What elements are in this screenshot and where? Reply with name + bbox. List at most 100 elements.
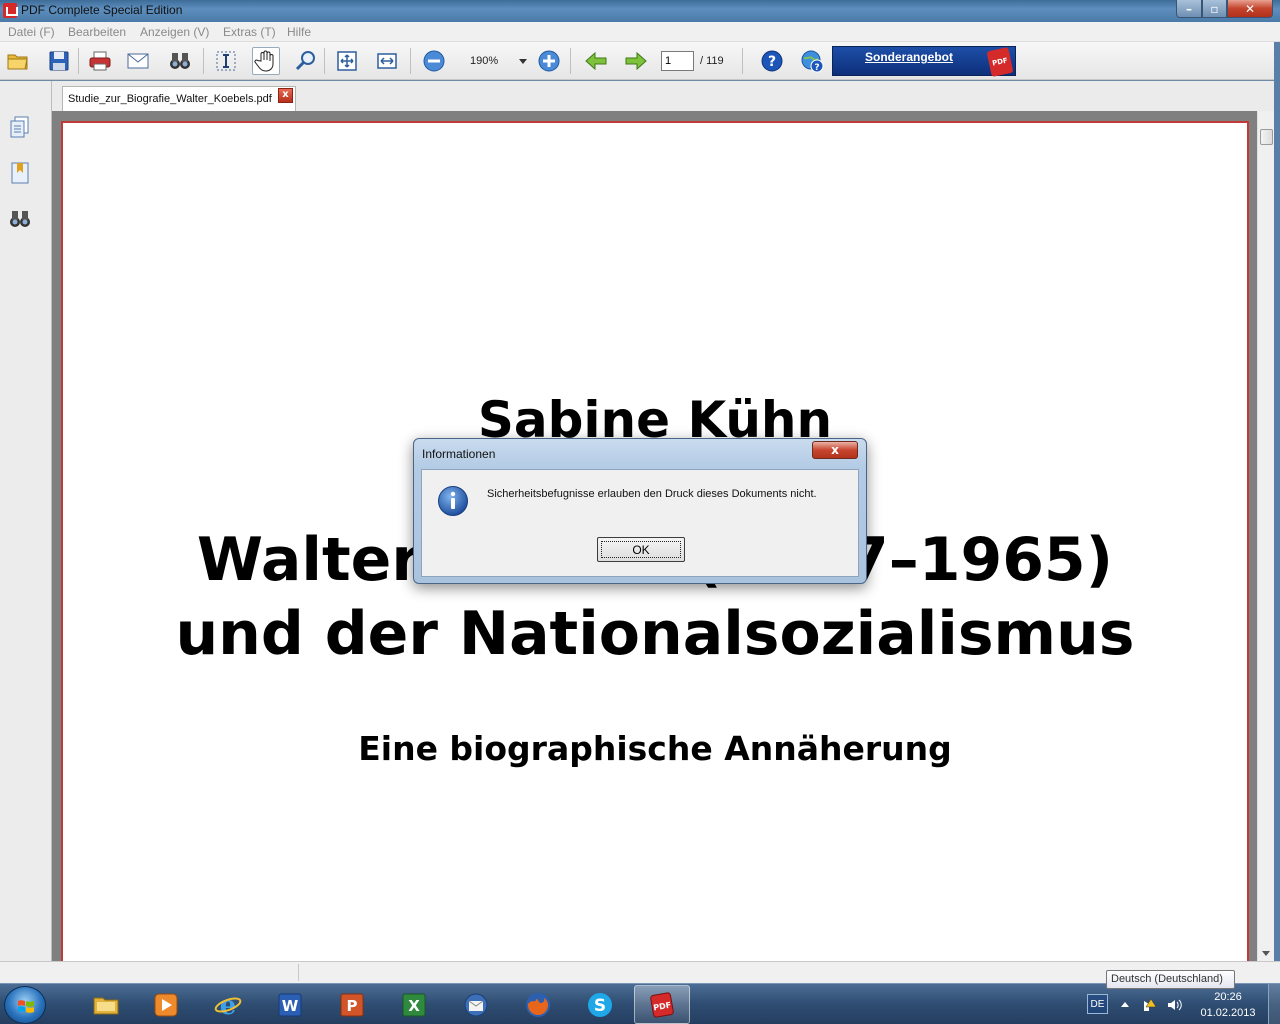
ok-button[interactable]: OK (597, 537, 685, 562)
info-icon (438, 486, 468, 516)
svg-text:P: P (347, 997, 358, 1015)
taskbar-word[interactable]: W (262, 985, 318, 1024)
zoom-select[interactable]: 190% (459, 53, 531, 71)
previous-page-button[interactable] (582, 47, 610, 75)
volume-icon[interactable] (1166, 997, 1182, 1013)
minus-circle-icon (423, 50, 445, 72)
pages-icon (10, 116, 29, 138)
zoom-in-button[interactable] (535, 47, 563, 75)
scroll-down-arrow-icon[interactable] (1262, 951, 1270, 956)
hand-tool[interactable] (252, 47, 280, 75)
taskbar-firefox[interactable] (510, 985, 566, 1024)
dropdown-arrow-icon (519, 59, 527, 64)
thunderbird-icon (464, 993, 488, 1016)
envelope-icon (127, 53, 149, 69)
fit-width-button[interactable] (373, 47, 401, 75)
system-clock[interactable]: 20:26 01.02.2013 (1192, 989, 1264, 1021)
taskbar-skype[interactable]: S (572, 985, 628, 1024)
bookmark-icon (11, 162, 29, 184)
powerpoint-icon: P (340, 993, 364, 1016)
language-indicator[interactable]: DE (1087, 994, 1108, 1014)
zoom-tool[interactable] (292, 47, 320, 75)
next-page-button[interactable] (622, 47, 650, 75)
left-sidebar (0, 81, 52, 961)
taskbar-powerpoint[interactable]: P (324, 985, 380, 1024)
svg-text:e: e (220, 991, 237, 1020)
internet-explorer-icon: e (214, 991, 242, 1020)
save-button[interactable] (45, 47, 73, 75)
hand-icon (254, 50, 274, 72)
start-button[interactable] (4, 986, 46, 1024)
minimize-button[interactable]: – (1176, 0, 1202, 18)
taskbar-excel[interactable]: X (386, 985, 442, 1024)
binoculars-icon (170, 53, 190, 69)
scroll-thumb[interactable] (1260, 129, 1273, 145)
pdf-complete-icon: PDF (650, 991, 674, 1018)
dialog-message: Sicherheitsbefugnisse erlauben den Druck… (487, 488, 817, 500)
taskbar: e W P X S PDF DE 20:26 01.02.2013 (0, 983, 1280, 1024)
status-bar (0, 961, 1280, 983)
menu-bearbeiten[interactable]: Bearbeiten (68, 25, 126, 39)
document-tab[interactable]: Studie_zur_Biografie_Walter_Koebels.pdf … (62, 86, 296, 111)
select-text-tool[interactable] (212, 47, 240, 75)
taskbar-pdf-complete[interactable]: PDF (634, 985, 690, 1024)
menu-bar: Datei (F) Bearbeiten Anzeigen (V) Extras… (0, 22, 1280, 42)
email-button[interactable] (124, 47, 152, 75)
menu-anzeigen[interactable]: Anzeigen (V) (140, 25, 209, 39)
information-dialog: Informationen x Sicherheitsbefugnisse er… (413, 438, 867, 584)
dialog-body: Sicherheitsbefugnisse erlauben den Druck… (421, 469, 859, 577)
clock-time: 20:26 (1214, 991, 1242, 1003)
windows-logo-icon (18, 1000, 34, 1013)
action-center-icon[interactable] (1142, 997, 1158, 1013)
help-button[interactable]: ? (758, 47, 786, 75)
firefox-icon (526, 992, 550, 1017)
search-panel-button[interactable] (8, 207, 32, 231)
special-offer-banner[interactable]: Sonderangebot PDF (832, 46, 1016, 78)
taskbar-internet-explorer[interactable]: e (200, 985, 256, 1024)
svg-text:?: ? (814, 63, 819, 73)
special-offer-link[interactable]: Sonderangebot (865, 50, 953, 64)
taskbar-thunderbird[interactable] (448, 985, 504, 1024)
menu-datei[interactable]: Datei (F) (8, 25, 55, 39)
pages-panel-button[interactable] (8, 115, 32, 139)
window-title: PDF Complete Special Edition (21, 3, 183, 17)
online-help-button[interactable]: ? (798, 47, 826, 75)
open-folder-button[interactable] (4, 47, 32, 75)
vertical-scrollbar[interactable] (1257, 111, 1274, 961)
arrow-right-icon (625, 51, 647, 71)
menu-hilfe[interactable]: Hilfe (287, 25, 311, 39)
close-window-button[interactable]: ✕ (1227, 0, 1273, 18)
magnifier-icon (295, 51, 315, 71)
dialog-close-button[interactable]: x (812, 441, 858, 459)
maximize-button[interactable]: ▫ (1202, 0, 1227, 18)
taskbar-explorer[interactable] (78, 985, 134, 1024)
zoom-out-button[interactable] (420, 47, 448, 75)
taskbar-media-player[interactable] (138, 985, 194, 1024)
folder-icon (93, 997, 119, 1014)
document-tab-label: Studie_zur_Biografie_Walter_Koebels.pdf (68, 93, 272, 105)
print-button[interactable] (86, 47, 114, 75)
text-select-icon (216, 51, 236, 71)
show-hidden-icons-icon[interactable] (1121, 1002, 1129, 1007)
svg-text:X: X (408, 997, 420, 1015)
word-icon: W (278, 993, 302, 1016)
bookmarks-panel-button[interactable] (8, 161, 32, 185)
app-icon (3, 3, 18, 18)
close-tab-button[interactable]: x (278, 88, 293, 103)
folder-icon (7, 54, 28, 70)
window-right-border (1274, 42, 1280, 962)
menu-extras[interactable]: Extras (T) (223, 25, 276, 39)
globe-help-icon: ? (801, 50, 824, 73)
printer-icon (89, 51, 111, 71)
find-button[interactable] (166, 47, 194, 75)
fit-page-button[interactable] (333, 47, 361, 75)
media-player-icon (154, 993, 178, 1016)
document-tab-strip: Studie_zur_Biografie_Walter_Koebels.pdf … (52, 81, 1274, 111)
show-desktop-button[interactable] (1268, 984, 1280, 1024)
scroll-up-button[interactable] (1258, 111, 1275, 128)
zoom-value: 190% (470, 55, 499, 67)
language-tooltip: Deutsch (Deutschland) (1106, 970, 1235, 989)
arrow-left-icon (585, 51, 607, 71)
page-number-input[interactable] (661, 51, 694, 71)
document-title-line-2: und der Nationalsozialismus (175, 599, 1135, 669)
